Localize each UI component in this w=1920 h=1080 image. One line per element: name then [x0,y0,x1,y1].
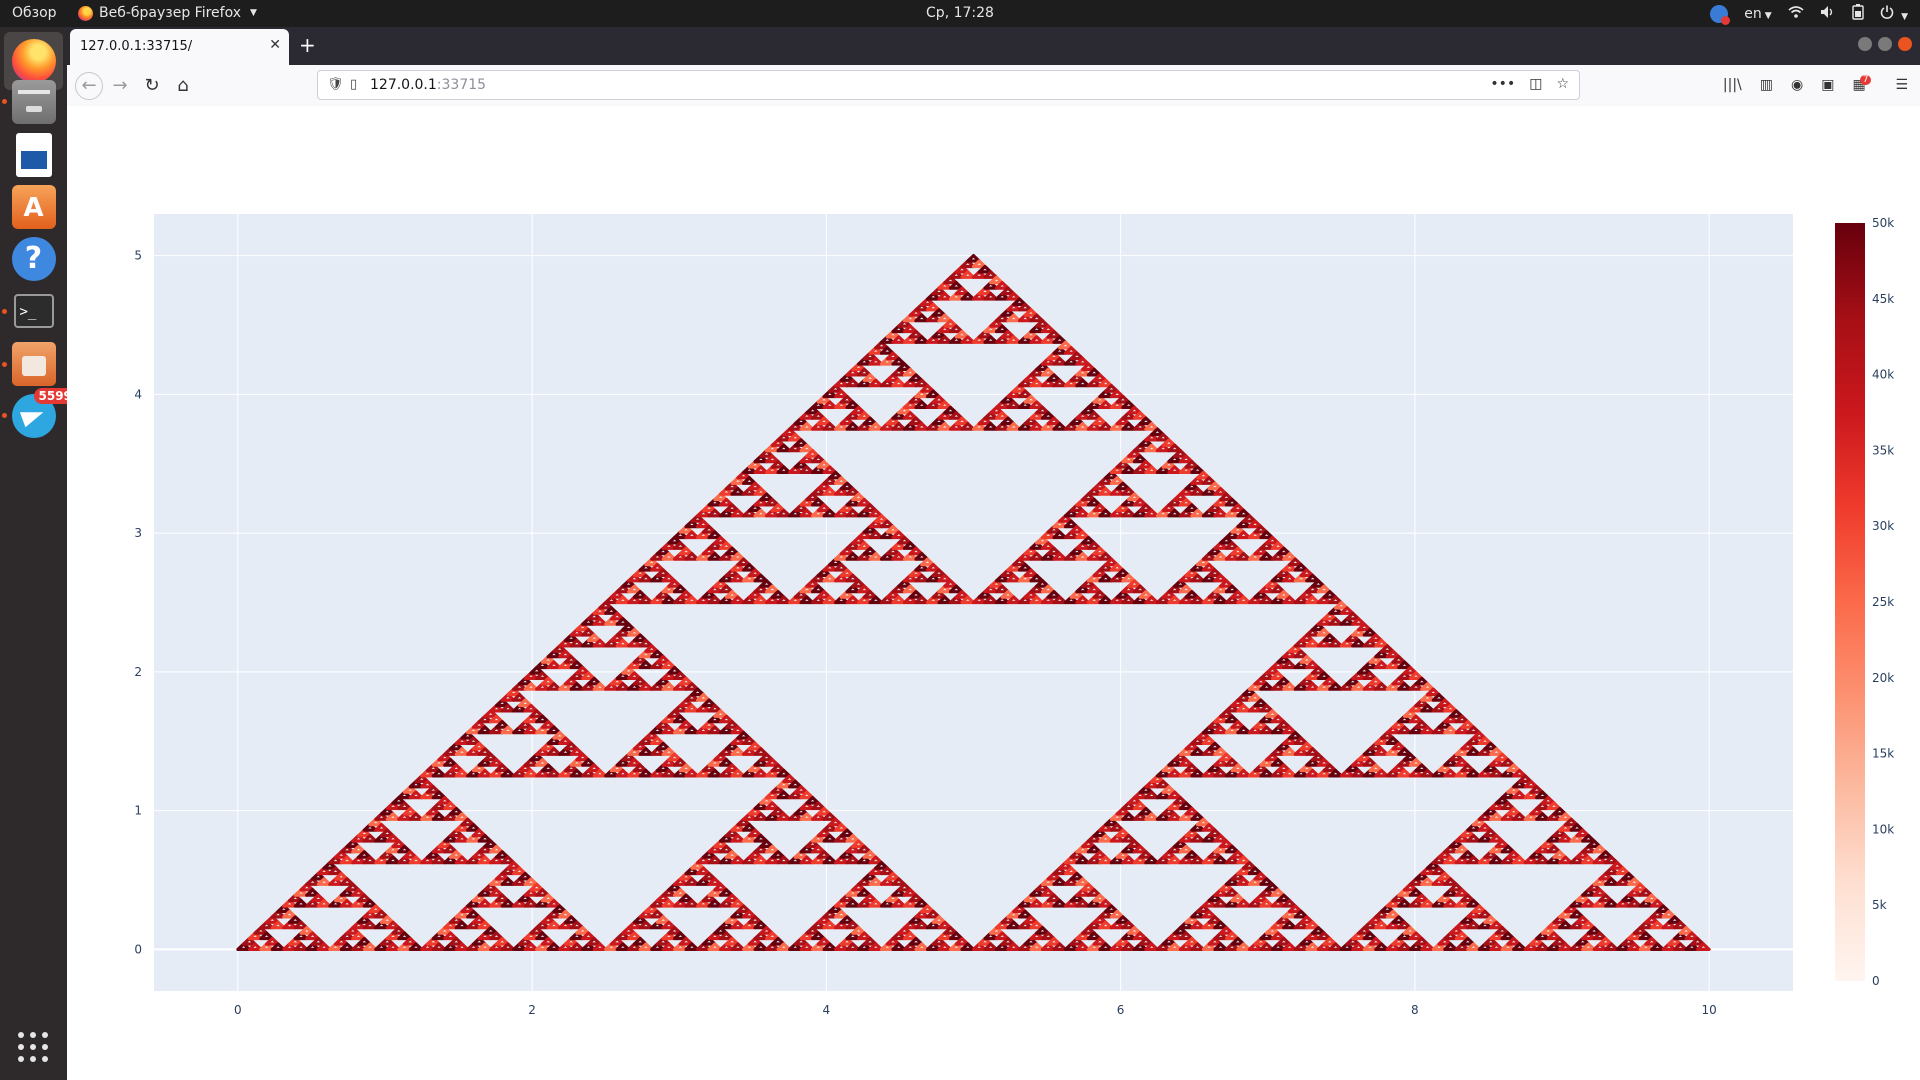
system-top-bar: Обзор Веб-браузер Firefox ▼ Ср, 17:28 en… [0,0,1920,27]
show-applications-icon[interactable] [18,1032,48,1062]
colorbar [1835,223,1865,981]
tab-title: 127.0.0.1:33715/ [80,39,193,54]
dock-terminal[interactable]: >_ [4,282,63,340]
dock-telegram[interactable]: 5599 [4,387,77,445]
address-bar[interactable]: 🛡 ▯ 127.0.0.1:33715 ••• ◫ ☆ [317,70,1580,100]
colorbar-tick-label: 25k [1872,595,1894,609]
colorbar-tick-label: 45k [1872,292,1894,306]
minimize-button[interactable] [1858,37,1872,51]
colorbar-tick-label: 5k [1872,898,1887,912]
activities-button[interactable]: Обзор [12,5,57,21]
maximize-button[interactable] [1878,37,1892,51]
library-icon[interactable]: |||\ [1723,77,1742,93]
navigation-toolbar: ← → ↻ ⌂ 🛡 ▯ 127.0.0.1:33715 ••• ◫ ☆ |||\… [67,65,1920,107]
dock-software[interactable]: A [4,178,63,236]
y-axis-ticks: 0 1 2 3 4 5 [134,249,142,957]
home-button[interactable]: ⌂ [171,74,195,98]
firefox-icon [78,5,93,21]
sierpinski-scatter-plot[interactable]: 0 2 4 6 8 10 0 1 2 3 4 5 0 5k 10k 15k 20k 25k 30k 35k 40k 4… [67,106,1920,1080]
colorbar-tick-label: 30k [1872,519,1894,533]
sidebar-icon[interactable]: ▥ [1760,77,1773,93]
dock-archive[interactable] [4,335,63,393]
x-tick-label: 8 [1411,1003,1419,1017]
extension-badge-icon[interactable]: ▦7 [1852,75,1877,93]
y-tick-label: 3 [134,526,142,540]
colorbar-tick-label: 10k [1872,822,1894,836]
menu-icon[interactable]: ☰ [1895,77,1908,93]
app-menu[interactable]: Веб-браузер Firefox ▼ [78,5,257,21]
software-store-icon: A [11,185,56,229]
colorbar-tick-label: 15k [1872,747,1894,761]
account-icon[interactable]: ◉ [1791,77,1803,93]
dock-help[interactable]: ? [4,230,63,288]
colorbar-ticks: 0 5k 10k 15k 20k 25k 30k 35k 40k 45k 50k [1872,216,1894,988]
page-content: 0 2 4 6 8 10 0 1 2 3 4 5 0 5k 10k 15k 20k 25k 30k 35k 40k 4… [67,106,1920,1080]
y-tick-label: 4 [134,387,142,401]
x-tick-label: 2 [528,1003,536,1017]
extension-badge: 7 [1859,75,1872,85]
system-tray: en ▼ ▼ [1710,4,1908,25]
language-selector[interactable]: en ▼ [1744,6,1771,22]
tab-active[interactable]: 127.0.0.1:33715/ ✕ [70,29,289,65]
y-tick-label: 0 [134,942,142,956]
close-window-button[interactable] [1898,37,1912,51]
back-button[interactable]: ← [75,72,103,100]
y-tick-label: 5 [134,249,142,263]
dock: A ? >_ 5599 [0,27,77,1080]
clock[interactable]: Ср, 17:28 [926,5,994,21]
url-host: 127.0.0.1 [370,77,437,93]
y-tick-label: 1 [134,804,142,818]
telegram-icon: 5599 [11,388,77,438]
url-actions: ••• ◫ ☆ [1490,76,1569,92]
colorbar-tick-label: 40k [1872,368,1894,382]
app-indicator-icon[interactable] [1710,5,1731,25]
extension-icon[interactable]: ▣ [1821,77,1834,93]
page-info-icon[interactable]: ▯ [350,77,357,92]
x-tick-label: 4 [823,1003,831,1017]
colorbar-tick-label: 0 [1872,974,1880,988]
colorbar-tick-label: 50k [1872,216,1894,230]
url-text[interactable]: 127.0.0.1:33715 [370,77,486,93]
reload-button[interactable]: ↻ [140,74,164,98]
help-icon: ? [11,237,56,281]
bookmark-star-icon[interactable]: ☆ [1556,76,1569,92]
x-axis-ticks: 0 2 4 6 8 10 [234,1003,1717,1017]
wifi-icon[interactable] [1788,5,1804,23]
toolbar-right: |||\ ▥ ◉ ▣ ▦7 ☰ [1723,75,1908,93]
x-tick-label: 0 [234,1003,242,1017]
window-controls [1858,37,1912,51]
new-tab-button[interactable]: + [299,33,316,57]
clock-container: Ср, 17:28 [0,5,1920,21]
url-port: :33715 [436,77,487,93]
chevron-down-icon: ▼ [1764,11,1772,21]
x-tick-label: 10 [1701,1003,1716,1017]
tracking-protection-icon[interactable]: 🛡 [327,77,344,92]
dock-writer[interactable] [4,126,63,184]
volume-icon[interactable] [1820,5,1836,23]
forward-button[interactable]: → [108,74,132,98]
close-icon[interactable]: ✕ [269,37,281,53]
language-label: en [1744,6,1762,22]
colorbar-tick-label: 35k [1872,443,1894,457]
archive-icon [11,342,56,386]
tab-bar: 127.0.0.1:33715/ ✕ + [67,27,1920,65]
more-actions-icon[interactable]: ••• [1490,76,1515,92]
terminal-icon: >_ [13,294,54,328]
colorbar-tick-label: 20k [1872,671,1894,685]
y-tick-label: 2 [134,665,142,679]
power-menu[interactable]: ▼ [1880,5,1908,23]
chevron-down-icon: ▼ [250,8,257,18]
dock-files[interactable] [4,73,63,131]
power-icon [1880,5,1893,19]
writer-icon [15,133,52,177]
battery-icon[interactable] [1851,4,1864,24]
pocket-icon[interactable]: ◫ [1529,76,1542,92]
files-icon [11,80,56,124]
app-menu-label: Веб-браузер Firefox [99,5,242,21]
chevron-down-icon: ▼ [1901,12,1908,22]
x-tick-label: 6 [1117,1003,1125,1017]
